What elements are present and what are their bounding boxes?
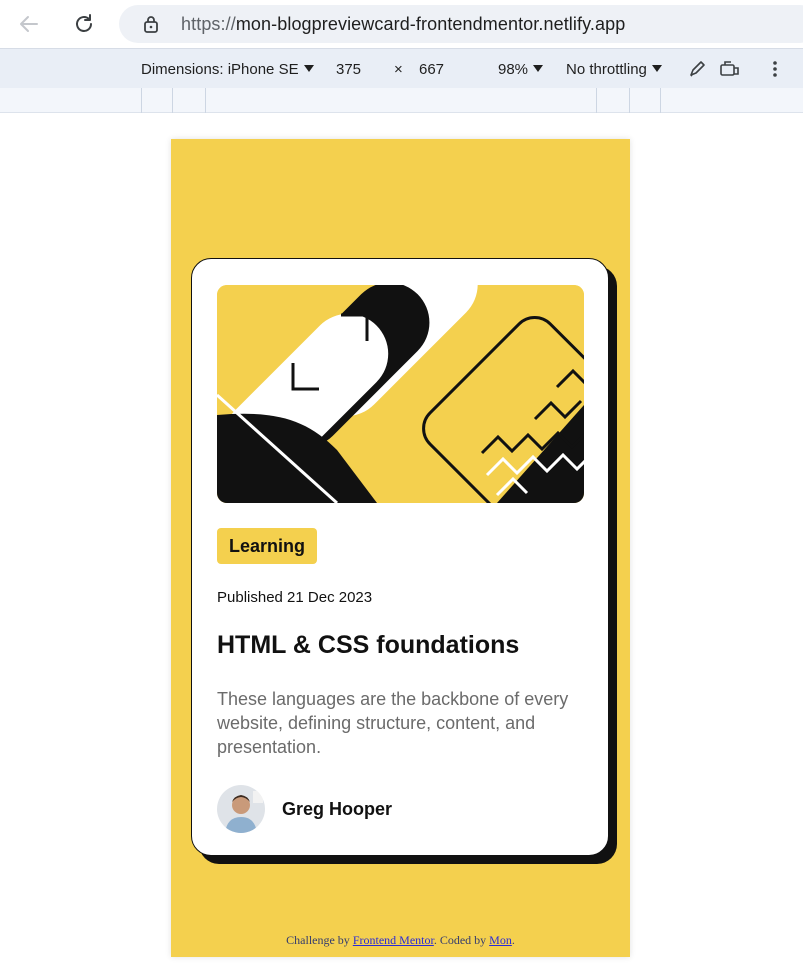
attribution-suffix: .	[511, 933, 515, 947]
card-description: These languages are the backbone of ever…	[217, 689, 569, 757]
dropdown-triangle-icon	[651, 65, 662, 72]
author-name: Greg Hooper	[282, 798, 393, 819]
arrow-left-icon	[20, 16, 38, 32]
dropdown-triangle-icon	[533, 65, 544, 72]
pen-icon[interactable]	[686, 58, 708, 80]
emulated-viewport: Learning Published 21 Dec 2023 HTML & CS…	[171, 139, 630, 957]
browser-toolbar: https://mon-blogpreviewcard-frontendment…	[0, 0, 803, 48]
avatar-image	[217, 785, 265, 833]
avatar	[217, 785, 265, 833]
card-title[interactable]: HTML & CSS foundations	[217, 631, 519, 660]
hero-illustration	[217, 285, 584, 503]
author-row: Greg Hooper	[217, 785, 392, 833]
device-width-input[interactable]: 375	[336, 61, 361, 78]
media-query-ruler	[0, 88, 803, 113]
reload-button[interactable]	[69, 9, 99, 39]
url-host: mon-blogpreviewcard-frontendmentor.netli…	[235, 14, 626, 34]
dropdown-triangle-icon	[303, 65, 314, 72]
more-options-icon[interactable]	[764, 58, 786, 80]
category-tag: Learning	[217, 528, 318, 564]
rotate-device-icon[interactable]	[719, 58, 741, 80]
frontend-mentor-link[interactable]: Frontend Mentor	[353, 933, 434, 947]
throttling-select[interactable]: No throttling	[566, 61, 662, 78]
device-dimensions-select[interactable]: Dimensions: iPhone SE	[141, 61, 314, 78]
zoom-select[interactable]: 98%	[498, 61, 544, 78]
throttling-label: No throttling	[566, 61, 647, 78]
address-bar[interactable]: https://mon-blogpreviewcard-frontendment…	[119, 5, 803, 43]
zoom-label: 98%	[498, 61, 529, 78]
illustration-svg	[217, 285, 584, 503]
back-button[interactable]	[14, 9, 44, 39]
attribution-prefix: Challenge by	[286, 933, 353, 947]
site-info-icon[interactable]	[141, 14, 161, 34]
reload-icon	[76, 14, 92, 32]
dimension-separator: ×	[394, 61, 403, 78]
attribution-footer: Challenge by Frontend Mentor. Coded by M…	[171, 933, 630, 948]
published-date: Published 21 Dec 2023	[217, 589, 373, 606]
url-text: https://mon-blogpreviewcard-frontendment…	[181, 14, 625, 35]
blog-preview-card: Learning Published 21 Dec 2023 HTML & CS…	[191, 258, 609, 856]
attribution-middle: . Coded by	[433, 933, 490, 947]
device-toolbar: Dimensions: iPhone SE 375 × 667 98% No t…	[0, 48, 803, 88]
url-scheme: https://	[181, 14, 236, 34]
device-height-input[interactable]: 667	[419, 61, 444, 78]
author-link[interactable]: Mon	[489, 933, 512, 947]
device-dimensions-label: Dimensions: iPhone SE	[141, 61, 299, 78]
